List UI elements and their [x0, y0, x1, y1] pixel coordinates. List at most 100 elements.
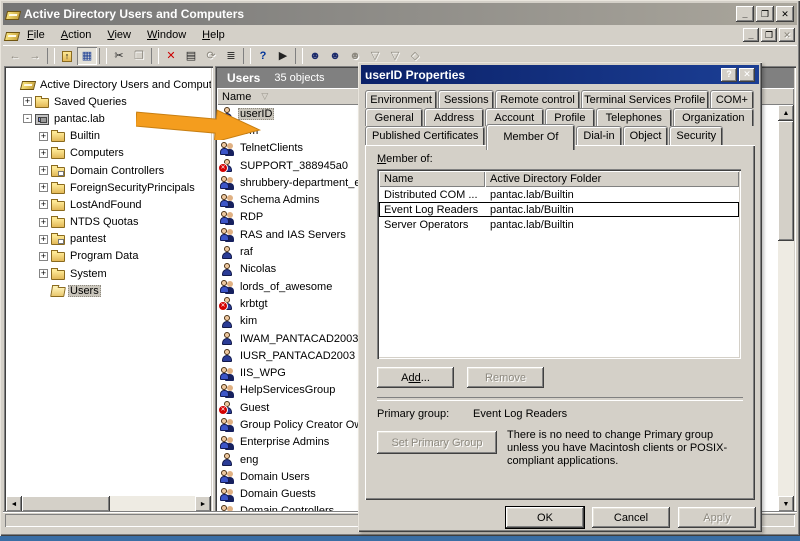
menu-item[interactable]: View: [99, 27, 139, 43]
toolbar-button[interactable]: ▶: [273, 47, 293, 65]
menu-item[interactable]: Action: [53, 27, 100, 43]
object-label[interactable]: Guest: [238, 402, 271, 414]
column-header-folder[interactable]: Active Directory Folder: [485, 171, 739, 187]
tree-item[interactable]: + NTDS Quotas: [6, 214, 211, 231]
tree-expander-icon[interactable]: +: [23, 97, 32, 106]
group-membership-row[interactable]: Event Log Readers pantac.lab/Builtin: [379, 202, 739, 217]
toolbar-button[interactable]: ⟳: [201, 47, 221, 65]
toolbar-button[interactable]: [151, 48, 159, 64]
ok-button[interactable]: OK: [506, 507, 584, 528]
tree-item[interactable]: + Program Data: [6, 248, 211, 265]
child-restore-button[interactable]: ❐: [761, 28, 777, 42]
toolbar-button[interactable]: ≣: [221, 47, 241, 65]
toolbar-button[interactable]: →: [25, 47, 45, 65]
dialog-tab[interactable]: Terminal Services Profile: [581, 90, 709, 108]
object-label[interactable]: Group Policy Creator Own: [238, 419, 370, 431]
tree-item-label[interactable]: Computers: [68, 147, 126, 159]
tree-item-label[interactable]: Saved Queries: [52, 96, 129, 108]
tree-item-label[interactable]: Active Directory Users and Computer: [38, 79, 211, 91]
scrollbar-thumb[interactable]: [22, 496, 110, 512]
scroll-right-icon[interactable]: ►: [195, 496, 211, 512]
tree-item-label[interactable]: Users: [68, 285, 101, 297]
object-label[interactable]: SUPPORT_388945a0: [238, 160, 350, 172]
tree-expander-icon[interactable]: +: [39, 200, 48, 209]
dialog-tab[interactable]: Organization: [673, 108, 755, 126]
scroll-left-icon[interactable]: ◄: [6, 496, 22, 512]
tree-item-label[interactable]: NTDS Quotas: [68, 216, 140, 228]
object-label[interactable]: IIS_WPG: [238, 367, 288, 379]
tree-item[interactable]: + Domain Controllers: [6, 162, 211, 179]
tree-horizontal-scrollbar[interactable]: ◄ ►: [6, 496, 211, 512]
tree-expander-icon[interactable]: +: [39, 218, 48, 227]
tree-item-label[interactable]: pantac.lab: [52, 113, 107, 125]
object-label[interactable]: Nicolas: [238, 263, 278, 275]
dialog-close-button[interactable]: ✕: [739, 68, 755, 82]
child-window-icon[interactable]: [4, 32, 20, 41]
object-label[interactable]: eng: [238, 454, 260, 466]
object-label[interactable]: krbtgt: [238, 298, 270, 310]
tree-item[interactable]: + LostAndFound: [6, 196, 211, 213]
object-label[interactable]: HelpServicesGroup: [238, 384, 337, 396]
tree-item[interactable]: + Computers: [6, 145, 211, 162]
toolbar-button[interactable]: ✂: [109, 47, 129, 65]
tree-item[interactable]: Active Directory Users and Computer: [6, 76, 211, 93]
tree-expander-icon[interactable]: +: [39, 183, 48, 192]
tree-expander-icon[interactable]: -: [23, 114, 32, 123]
tree-item-label[interactable]: Program Data: [68, 250, 140, 262]
object-label[interactable]: RAS and IAS Servers: [238, 229, 348, 241]
object-label[interactable]: Domain Users: [238, 471, 312, 483]
minimize-button[interactable]: _: [736, 6, 754, 22]
tree-item-label[interactable]: LostAndFound: [68, 199, 144, 211]
menu-item[interactable]: Window: [139, 27, 194, 43]
scroll-down-icon[interactable]: ▼: [778, 496, 794, 512]
tree-item-label[interactable]: Domain Controllers: [68, 165, 166, 177]
scrollbar-thumb[interactable]: [778, 121, 794, 241]
toolbar-button[interactable]: [243, 48, 251, 64]
dialog-tab[interactable]: Remote control: [495, 90, 579, 108]
tree-item[interactable]: + pantest: [6, 231, 211, 248]
dialog-tab[interactable]: COM+: [710, 90, 754, 108]
group-membership-row[interactable]: Server Operators pantac.lab/Builtin: [379, 217, 739, 232]
group-membership-row[interactable]: Distributed COM ... pantac.lab/Builtin: [379, 187, 739, 202]
dialog-tab[interactable]: Address: [424, 108, 484, 126]
object-label[interactable]: Enterprise Admins: [238, 436, 331, 448]
toolbar-button[interactable]: ▤: [181, 47, 201, 65]
toolbar-button[interactable]: [295, 48, 303, 64]
tree-item-label[interactable]: ForeignSecurityPrincipals: [68, 182, 197, 194]
tree-expander-icon[interactable]: +: [39, 166, 48, 175]
toolbar-button[interactable]: ↑: [57, 47, 77, 65]
add-button[interactable]: Add...: [377, 367, 454, 388]
toolbar-button[interactable]: ←: [5, 47, 25, 65]
object-label[interactable]: raf: [238, 246, 255, 258]
tree-expander-icon[interactable]: +: [39, 269, 48, 278]
dialog-tab[interactable]: Environment: [365, 90, 437, 108]
tree-item-label[interactable]: System: [68, 268, 109, 280]
scroll-up-icon[interactable]: ▲: [778, 105, 794, 121]
object-label[interactable]: lords_of_awesome: [238, 281, 334, 293]
object-label[interactable]: IWAM_PANTACAD2003: [238, 333, 360, 345]
object-label[interactable]: IUSR_PANTACAD2003: [238, 350, 357, 362]
close-button[interactable]: ✕: [776, 6, 794, 22]
toolbar-button[interactable]: ▦: [77, 47, 97, 65]
toolbar-button[interactable]: ☻: [305, 47, 325, 65]
dialog-tab[interactable]: General: [365, 108, 423, 126]
toolbar-button[interactable]: ✕: [161, 47, 181, 65]
dialog-tab[interactable]: Security: [669, 126, 723, 145]
toolbar-button[interactable]: [47, 48, 55, 64]
toolbar-button[interactable]: ☻: [325, 47, 345, 65]
tree-expander-icon[interactable]: +: [39, 252, 48, 261]
object-label[interactable]: Schema Admins: [238, 194, 321, 206]
dialog-tab[interactable]: Published Certificates: [365, 126, 485, 145]
dialog-tab[interactable]: Dial-in: [576, 126, 621, 145]
object-label[interactable]: RDP: [238, 211, 265, 223]
child-minimize-button[interactable]: _: [743, 28, 759, 42]
maximize-button[interactable]: ❐: [756, 6, 774, 22]
tree-expander-icon[interactable]: +: [39, 235, 48, 244]
tree-expander-icon[interactable]: +: [39, 132, 48, 141]
object-label[interactable]: Domain Guests: [238, 488, 318, 500]
toolbar-button[interactable]: ❐: [129, 47, 149, 65]
toolbar-button[interactable]: [99, 48, 107, 64]
tree-item-label[interactable]: pantest: [68, 233, 108, 245]
object-label[interactable]: shrubbery-department_es: [238, 177, 368, 189]
cancel-button[interactable]: Cancel: [592, 507, 670, 528]
